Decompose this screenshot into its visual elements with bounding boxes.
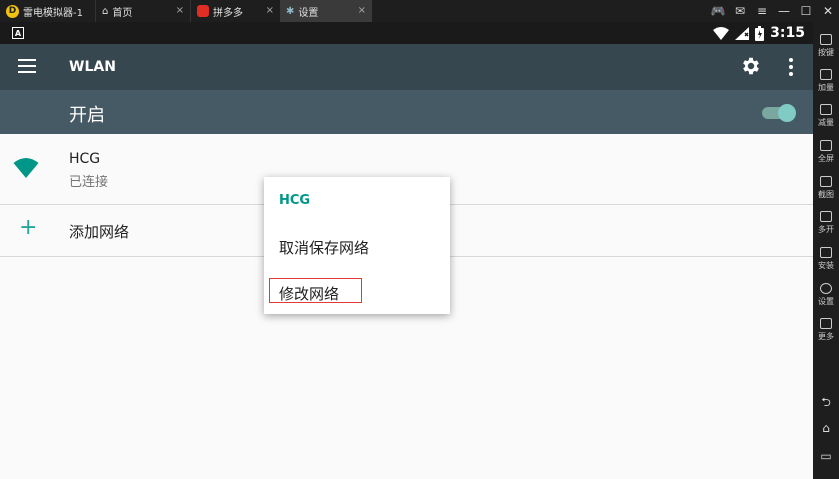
forget-network-menu-item[interactable]: 取消保存网络 xyxy=(279,237,369,258)
network-status: 已连接 xyxy=(69,175,109,190)
hamburger-menu-icon[interactable] xyxy=(18,59,36,73)
notification-a-icon: A xyxy=(12,27,24,39)
close-window-icon[interactable]: ✕ xyxy=(817,4,839,18)
mail-icon[interactable]: ✉ xyxy=(729,4,751,18)
sidebar-label: 安装 xyxy=(818,261,834,270)
window-controls: 🎮 ✉ ≡ — ☐ ✕ xyxy=(707,0,839,22)
sidebar-label: 多开 xyxy=(818,225,834,234)
sidebar-install-button[interactable]: 安装 xyxy=(813,247,839,271)
settings-tab-icon: ✱ xyxy=(286,5,295,17)
wlan-toggle[interactable] xyxy=(762,104,796,122)
highlight-box xyxy=(269,278,362,303)
gamepad-icon[interactable]: 🎮 xyxy=(707,4,729,18)
sidebar-label: 加量 xyxy=(818,83,834,92)
menu-icon[interactable]: ≡ xyxy=(751,4,773,18)
more-icon xyxy=(820,318,832,329)
tab-settings-close-icon[interactable]: × xyxy=(358,5,366,16)
emulator-tab-bar: D 雷电模拟器-1 ⌂ 首页 × 拼多多 × ✱ 设置 × 🎮 ✉ ≡ — ☐ … xyxy=(0,0,839,22)
wlan-master-switch-bar[interactable]: 开启 xyxy=(0,90,813,134)
sidebar-settings-button[interactable]: 设置 xyxy=(813,283,839,307)
emulator-app-label: 雷电模拟器-1 xyxy=(23,7,83,19)
sidebar-label: 更多 xyxy=(818,332,834,341)
sidebar-keymap-button[interactable]: 按键 xyxy=(813,34,839,58)
tab-pinduoduo-close-icon[interactable]: × xyxy=(266,5,274,16)
home-icon: ⌂ xyxy=(102,5,109,17)
tab-home[interactable]: ⌂ 首页 × xyxy=(95,0,190,22)
sidebar-volume-up-button[interactable]: 加量 xyxy=(813,69,839,93)
sidebar-fullscreen-button[interactable]: 全屏 xyxy=(813,140,839,164)
page-title: WLAN xyxy=(69,59,116,75)
status-clock: 3:15 xyxy=(770,25,805,41)
cell-signal-icon xyxy=(735,26,750,40)
sidebar-label: 减量 xyxy=(818,118,834,127)
wifi-full-icon xyxy=(13,158,39,178)
sidebar-screenshot-button[interactable]: 截图 xyxy=(813,176,839,200)
gear-icon[interactable] xyxy=(740,55,762,77)
keyboard-icon xyxy=(820,34,832,45)
sidebar-label: 按键 xyxy=(818,48,834,57)
add-network-label: 添加网络 xyxy=(69,223,130,241)
volume-down-icon xyxy=(820,104,832,115)
apk-install-icon xyxy=(820,247,832,258)
sidebar-label: 截图 xyxy=(818,190,834,199)
add-icon: + xyxy=(19,215,38,240)
sidebar-multi-instance-button[interactable]: 多开 xyxy=(813,211,839,235)
sidebar-volume-down-button[interactable]: 减量 xyxy=(813,104,839,128)
android-status-bar: A 3:15 xyxy=(0,22,813,44)
tab-home-label: 首页 xyxy=(112,7,133,19)
home-nav-icon[interactable]: ⌂ xyxy=(818,421,834,435)
tab-pinduoduo[interactable]: 拼多多 × xyxy=(190,0,280,22)
tab-home-close-icon[interactable]: × xyxy=(176,5,184,16)
emulator-app-tab[interactable]: D 雷电模拟器-1 xyxy=(0,0,95,22)
battery-icon xyxy=(755,25,765,41)
back-icon[interactable]: ⮌ xyxy=(818,393,834,409)
pinduoduo-app-icon xyxy=(197,5,209,17)
emulator-logo-icon: D xyxy=(6,4,19,18)
multi-instance-icon xyxy=(820,211,832,222)
sidebar-more-button[interactable]: 更多 xyxy=(813,318,839,342)
gear-icon xyxy=(820,283,832,294)
volume-up-icon xyxy=(820,69,832,80)
recents-icon[interactable]: ▭ xyxy=(818,449,834,463)
fullscreen-icon xyxy=(820,140,832,151)
tab-settings-label: 设置 xyxy=(298,7,319,19)
emulator-window: D 雷电模拟器-1 ⌂ 首页 × 拼多多 × ✱ 设置 × 🎮 ✉ ≡ — ☐ … xyxy=(0,0,839,479)
sidebar-label: 全屏 xyxy=(818,154,834,163)
maximize-icon[interactable]: ☐ xyxy=(795,4,817,18)
context-menu-title: HCG xyxy=(279,193,311,208)
overflow-menu-icon[interactable] xyxy=(785,57,797,77)
minimize-icon[interactable]: — xyxy=(773,4,795,18)
wlan-switch-label: 开启 xyxy=(69,105,105,126)
tab-pinduoduo-label: 拼多多 xyxy=(213,7,243,19)
scissors-icon xyxy=(820,176,832,187)
sidebar-label: 设置 xyxy=(818,297,834,306)
app-bar: WLAN xyxy=(0,44,813,90)
wifi-signal-icon xyxy=(713,26,730,40)
tab-settings[interactable]: ✱ 设置 × xyxy=(280,0,372,22)
